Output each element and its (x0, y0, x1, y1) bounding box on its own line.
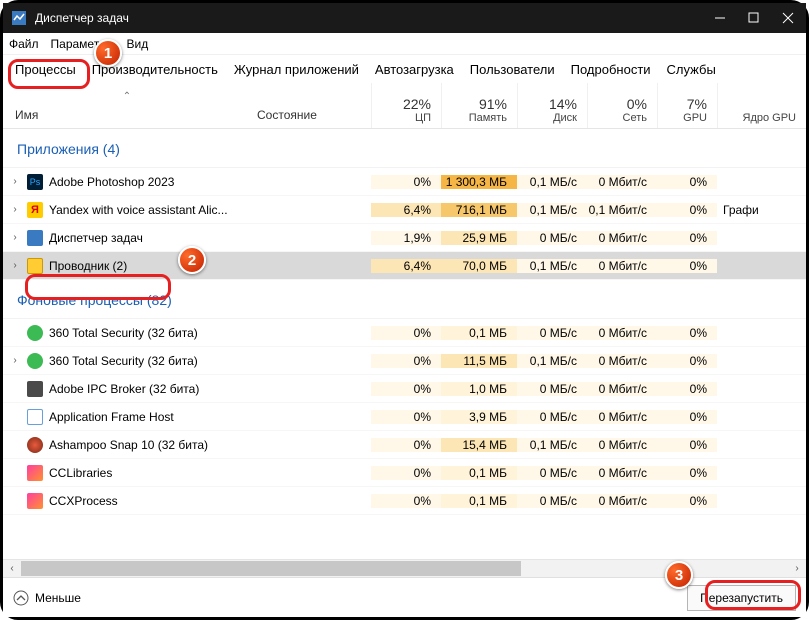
callout-badge-1: 1 (94, 39, 122, 67)
table-row[interactable]: ›360 Total Security (32 бита) 0% 0,1 МБ … (3, 319, 806, 347)
table-row[interactable]: ›360 Total Security (32 бита) 0% 11,5 МБ… (3, 347, 806, 375)
table-row[interactable]: ›CCLibraries 0% 0,1 МБ 0 МБ/с 0 Мбит/с 0… (3, 459, 806, 487)
tab-users[interactable]: Пользователи (462, 58, 563, 83)
chevron-right-icon[interactable]: › (9, 260, 21, 271)
table-row[interactable]: ›PsAdobe Photoshop 2023 0% 1 300,3 МБ 0,… (3, 168, 806, 196)
col-name[interactable]: ⌃ Имя (3, 83, 251, 128)
chevron-right-icon[interactable]: › (9, 204, 21, 215)
sort-indicator-icon: ⌃ (123, 91, 131, 102)
task-manager-window: Диспетчер задач Файл Параметры Вид Проце… (3, 3, 806, 617)
fewer-details-button[interactable]: Меньше (13, 590, 81, 606)
tab-details[interactable]: Подробности (563, 58, 659, 83)
yandex-icon: Я (27, 202, 43, 218)
table-row[interactable]: ›Application Frame Host 0% 3,9 МБ 0 МБ/с… (3, 403, 806, 431)
group-apps: Приложения (4) (3, 129, 806, 168)
cc-icon (27, 493, 43, 509)
menubar: Файл Параметры Вид (3, 33, 806, 55)
chevron-right-icon[interactable]: › (9, 232, 21, 243)
column-headers: ⌃ Имя Состояние 22%ЦП 91%Память 14%Диск … (3, 83, 806, 129)
ashampoo-icon (27, 437, 43, 453)
maximize-button[interactable] (748, 12, 760, 24)
col-gpu-core: Ядро GPU (717, 83, 806, 128)
table-row[interactable]: ›ЯYandex with voice assistant Alic... 6,… (3, 196, 806, 224)
adobe-icon (27, 381, 43, 397)
titlebar[interactable]: Диспетчер задач (3, 3, 806, 33)
group-background: Фоновые процессы (82) (3, 280, 806, 319)
col-gpu[interactable]: 7%GPU (657, 83, 717, 128)
menu-file[interactable]: Файл (9, 37, 39, 51)
chevron-up-circle-icon (13, 590, 29, 606)
scrollbar-thumb[interactable] (21, 561, 521, 576)
col-state[interactable]: Состояние (251, 83, 371, 128)
table-row[interactable]: ›Диспетчер задач 1,9% 25,9 МБ 0 МБ/с 0 М… (3, 224, 806, 252)
callout-badge-2: 2 (178, 246, 206, 274)
chevron-right-icon[interactable]: › (9, 355, 21, 366)
col-memory[interactable]: 91%Память (441, 83, 517, 128)
tab-startup[interactable]: Автозагрузка (367, 58, 462, 83)
explorer-icon (27, 258, 43, 274)
process-list-body: Приложения (4) ›PsAdobe Photoshop 2023 0… (3, 129, 806, 559)
restart-button[interactable]: Перезапустить (687, 585, 796, 611)
minimize-button[interactable] (714, 12, 726, 24)
360-icon (27, 353, 43, 369)
process-scroll[interactable]: Приложения (4) ›PsAdobe Photoshop 2023 0… (3, 129, 806, 559)
tab-services[interactable]: Службы (659, 58, 724, 83)
window-title: Диспетчер задач (35, 11, 714, 25)
table-row[interactable]: ›Ashampoo Snap 10 (32 бита) 0% 15,4 МБ 0… (3, 431, 806, 459)
table-row[interactable]: ›CCXProcess 0% 0,1 МБ 0 МБ/с 0 Мбит/с 0% (3, 487, 806, 515)
appframe-icon (27, 409, 43, 425)
chevron-right-icon[interactable]: › (9, 176, 21, 187)
taskmgr-icon (27, 230, 43, 246)
taskmgr-icon (11, 10, 27, 26)
scroll-right-icon[interactable]: › (788, 563, 806, 574)
callout-badge-3: 3 (665, 561, 693, 589)
tab-processes[interactable]: Процессы (7, 58, 84, 83)
tabs: Процессы Производительность Журнал прило… (3, 55, 806, 83)
table-row[interactable]: ›Adobe IPC Broker (32 бита) 0% 1,0 МБ 0 … (3, 375, 806, 403)
menu-view[interactable]: Вид (126, 37, 148, 51)
col-disk[interactable]: 14%Диск (517, 83, 587, 128)
close-button[interactable] (782, 12, 794, 24)
scroll-left-icon[interactable]: ‹ (3, 563, 21, 574)
360-icon (27, 325, 43, 341)
table-row-selected[interactable]: ›Проводник (2) 6,4% 70,0 МБ 0,1 МБ/с 0 М… (3, 252, 806, 280)
tab-apphistory[interactable]: Журнал приложений (226, 58, 367, 83)
col-network[interactable]: 0%Сеть (587, 83, 657, 128)
col-cpu[interactable]: 22%ЦП (371, 83, 441, 128)
photoshop-icon: Ps (27, 174, 43, 190)
cc-icon (27, 465, 43, 481)
